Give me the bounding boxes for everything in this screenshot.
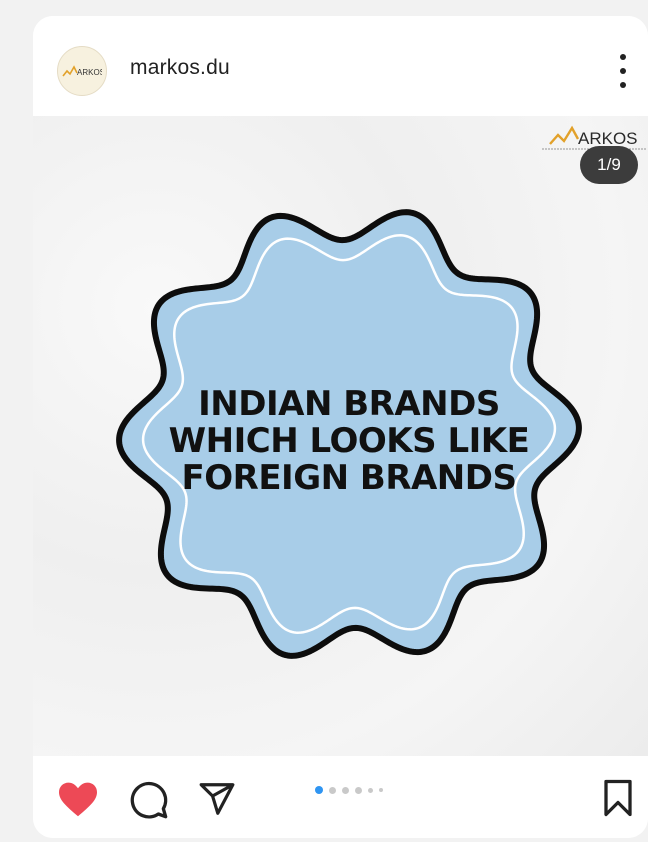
badge-line-3: FOREIGN BRANDS: [181, 458, 517, 498]
carousel-indicator: [315, 786, 383, 794]
avatar[interactable]: ARKOS: [57, 46, 107, 96]
comment-icon[interactable]: [129, 780, 169, 820]
share-icon[interactable]: [197, 780, 237, 818]
post-header: ARKOS markos.du: [33, 16, 648, 116]
heart-icon[interactable]: [57, 780, 99, 818]
username[interactable]: markos.du: [130, 56, 230, 80]
post-image[interactable]: ARKOS 1/9 INDIAN BRANDS WHICH LOOKS LIKE…: [33, 116, 648, 756]
more-options-icon[interactable]: [618, 54, 628, 88]
badge-line-1: INDIAN BRANDS: [198, 384, 500, 424]
markos-logo: ARKOS: [62, 65, 102, 77]
svg-text:ARKOS: ARKOS: [77, 68, 102, 77]
carousel-dot: [315, 786, 323, 794]
bookmark-icon[interactable]: [603, 778, 633, 818]
post-card: ARKOS markos.du ARKOS 1/9 INDIAN BRANDS …: [33, 16, 648, 838]
carousel-dot: [355, 786, 362, 794]
action-bar: [33, 756, 648, 838]
carousel-dot: [368, 787, 373, 793]
badge-title: INDIAN BRANDS WHICH LOOKS LIKE FOREIGN B…: [109, 386, 589, 497]
badge-line-2: WHICH LOOKS LIKE: [168, 421, 530, 461]
brand-logo: ARKOS: [542, 125, 646, 150]
carousel-dot: [379, 788, 383, 792]
carousel-dot: [342, 786, 349, 794]
slide-counter: 1/9: [580, 146, 638, 184]
carousel-dot: [329, 786, 336, 794]
